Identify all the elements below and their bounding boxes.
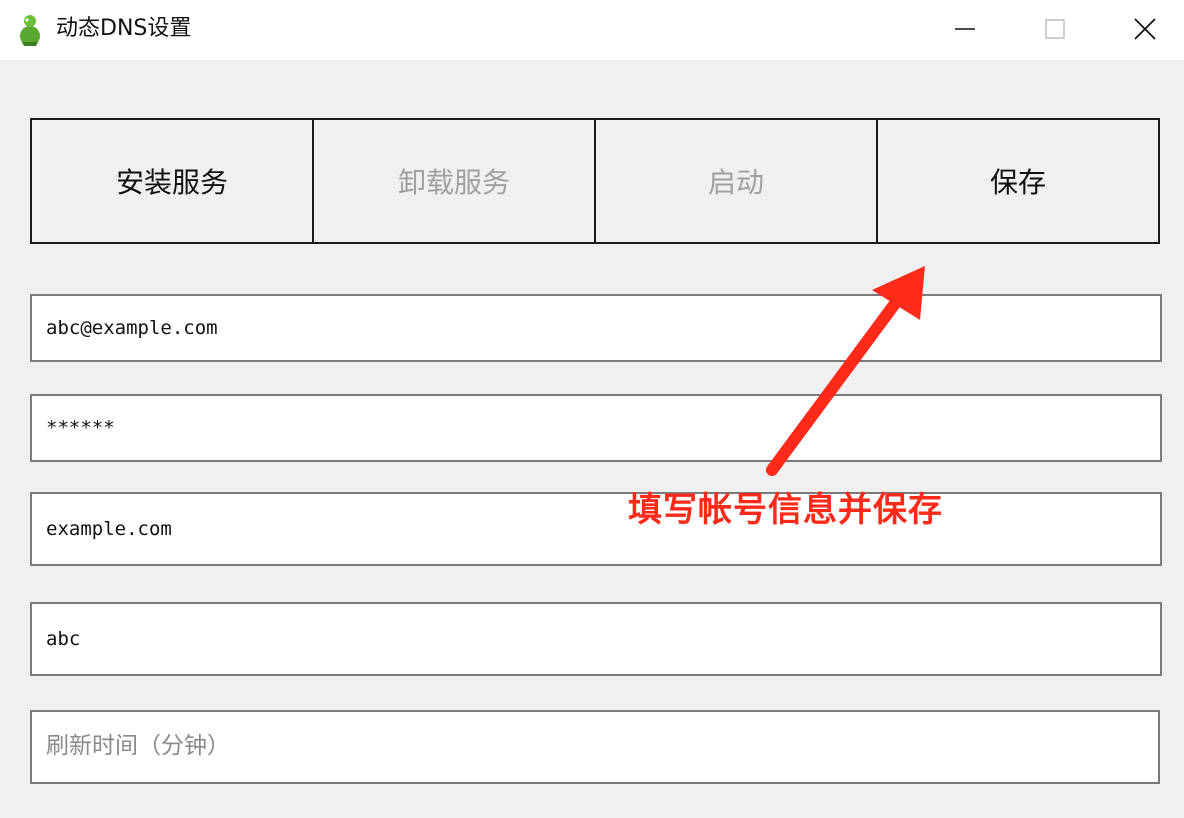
save-button[interactable]: 保存 (876, 118, 1160, 244)
close-button[interactable] (1100, 0, 1184, 58)
install-service-button[interactable]: 安装服务 (30, 118, 314, 244)
green-figure-icon (20, 15, 40, 46)
minimize-button[interactable] (920, 0, 1010, 58)
action-toolbar: 安装服务 卸载服务 启动 保存 (30, 118, 1160, 244)
title-bar: 动态DNS设置 (0, 0, 1184, 60)
host-input[interactable] (30, 602, 1162, 676)
window-title: 动态DNS设置 (56, 16, 192, 41)
refresh-interval-input[interactable] (30, 710, 1160, 784)
maximize-icon (1045, 19, 1065, 39)
email-input[interactable] (30, 294, 1162, 362)
minimize-icon (955, 28, 975, 30)
password-input[interactable] (30, 394, 1162, 462)
annotation-label: 填写帐号信息并保存 (628, 490, 943, 530)
uninstall-service-button[interactable]: 卸载服务 (312, 118, 596, 244)
close-icon (1134, 18, 1156, 40)
maximize-button[interactable] (1010, 0, 1100, 58)
start-button[interactable]: 启动 (594, 118, 878, 244)
domain-input[interactable] (30, 492, 1162, 566)
